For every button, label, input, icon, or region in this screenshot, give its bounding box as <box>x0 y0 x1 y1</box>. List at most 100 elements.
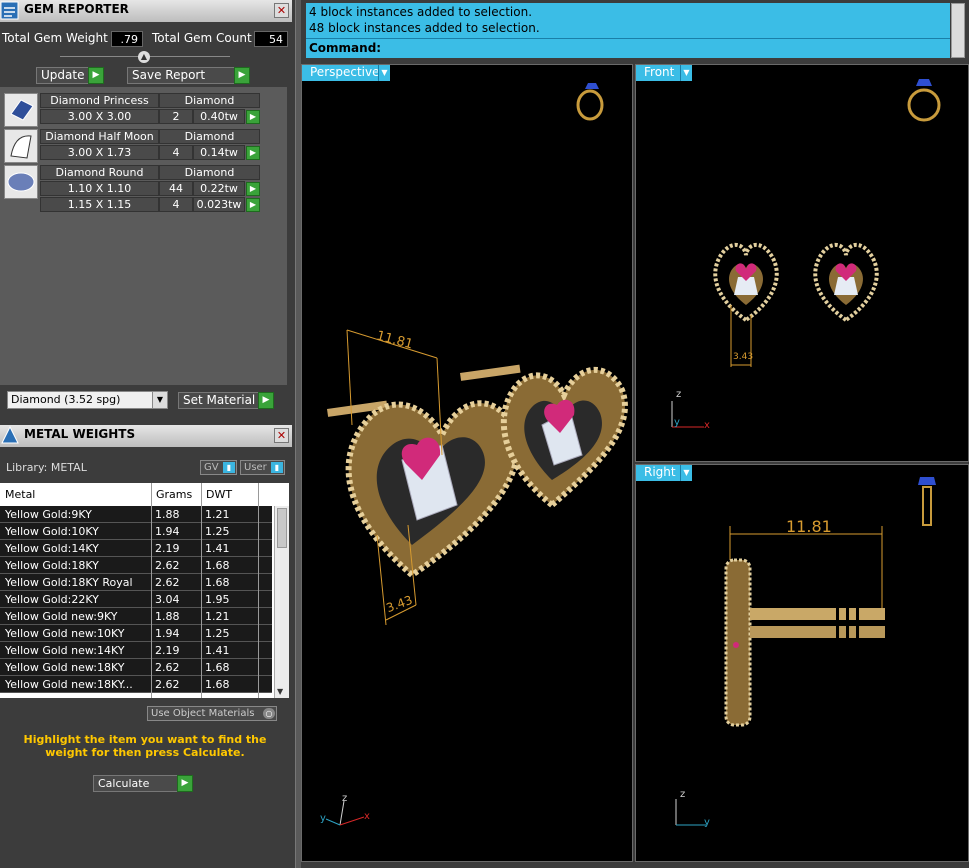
gem-count: 4 <box>159 145 193 160</box>
play-icon: ▶ <box>234 67 250 84</box>
ring-icon <box>576 83 604 121</box>
princess-gem-icon[interactable] <box>4 93 38 127</box>
gem-reporter-title: GEM REPORTER <box>24 2 129 16</box>
grams-value: 3.04 <box>155 593 180 606</box>
scroll-down-icon[interactable]: ▼ <box>277 687 283 696</box>
gem-material: Diamond <box>159 129 260 144</box>
table-row[interactable]: Yellow Gold new:18KY... 2.62 1.68 <box>0 676 272 693</box>
column-header-grams[interactable]: Grams <box>156 488 192 501</box>
table-row[interactable]: Yellow Gold new:10KY 1.94 1.25 <box>0 625 272 642</box>
save-report-button[interactable]: Save Report ▶ <box>127 67 250 84</box>
metal-name: Yellow Gold:18KY <box>5 559 99 572</box>
gem-material: Diamond <box>159 165 260 180</box>
collapse-icon[interactable]: ▲ <box>138 51 150 63</box>
dwt-value: 1.25 <box>205 627 230 640</box>
viewport-label: Perspective <box>310 65 380 79</box>
table-row[interactable]: Yellow Gold:10KY 1.94 1.25 <box>0 523 272 540</box>
dwt-value: 1.68 <box>205 678 230 691</box>
grams-value: 2.62 <box>155 661 180 674</box>
gem-size: 3.00 X 1.73 <box>40 145 159 160</box>
gv-toggle[interactable]: GV ▮ <box>200 460 237 475</box>
right-viewport[interactable]: Right ▼ 11.81 z y <box>635 464 969 862</box>
metal-weights-title: METAL WEIGHTS <box>24 427 136 441</box>
y-axis-label: y <box>320 813 326 824</box>
table-row[interactable]: Yellow Gold:18KY Royal 2.62 1.68 <box>0 574 272 591</box>
gem-weight: 0.40tw <box>193 109 245 124</box>
z-axis-label: z <box>342 793 348 804</box>
user-label: User <box>244 462 267 473</box>
dwt-value: 1.41 <box>205 644 230 657</box>
dwt-value: 1.21 <box>205 610 230 623</box>
material-select[interactable]: Diamond (3.52 spg) ▼ <box>7 391 168 409</box>
metal-name: Yellow Gold new:10KY <box>5 627 125 640</box>
library-label: Library: METAL <box>6 461 87 474</box>
command-prompt[interactable]: Command: <box>306 38 950 56</box>
x-axis-label: x <box>364 811 370 822</box>
gem-size: 3.00 X 3.00 <box>40 109 159 124</box>
command-area[interactable]: 4 block instances added to selection. 48… <box>306 3 950 58</box>
table-row[interactable]: Yellow Gold:18KY 2.62 1.68 <box>0 557 272 574</box>
toggle-icon: ▮ <box>223 462 235 473</box>
command-history-line: 48 block instances added to selection. <box>309 21 540 35</box>
use-object-materials-label: Use Object Materials <box>151 708 255 719</box>
viewport-tab-right[interactable]: Right ▼ <box>636 465 692 481</box>
total-gem-weight-value: .79 <box>111 31 143 47</box>
chevron-down-icon[interactable]: ▼ <box>680 65 692 81</box>
dimension-lines <box>730 305 752 367</box>
viewport-tab-perspective[interactable]: Perspective ▼ <box>302 65 390 81</box>
metal-name: Yellow Gold new:18KY <box>5 661 125 674</box>
update-button[interactable]: Update ▶ <box>36 67 104 84</box>
y-axis-label: y <box>674 417 680 428</box>
metal-name: Yellow Gold:9KY <box>5 508 92 521</box>
use-object-materials-toggle[interactable]: Use Object Materials ○ <box>147 706 277 721</box>
grams-value: 1.94 <box>155 525 180 538</box>
chevron-down-icon[interactable]: ▼ <box>378 65 390 81</box>
column-header-metal[interactable]: Metal <box>5 488 35 501</box>
table-row[interactable]: Yellow Gold:9KY 1.88 1.21 <box>0 506 272 523</box>
set-material-button[interactable]: Set Material ▶ <box>178 392 274 409</box>
x-axis-label: x <box>704 420 710 431</box>
gem-weight: 0.22tw <box>193 181 245 196</box>
close-icon[interactable]: ✕ <box>274 428 289 443</box>
chevron-down-icon[interactable]: ▼ <box>680 465 692 481</box>
table-scrollbar[interactable]: ▼ <box>274 506 289 698</box>
perspective-viewport[interactable]: Perspective ▼ 11.81 3.43 z x y <box>301 64 633 862</box>
toggle-icon: ▮ <box>271 462 283 473</box>
calculate-button[interactable]: Calculate ▶ <box>93 775 193 792</box>
play-icon[interactable]: ▶ <box>246 110 260 124</box>
play-icon: ▶ <box>177 775 193 792</box>
viewport-tab-front[interactable]: Front ▼ <box>636 65 692 81</box>
grams-value: 1.88 <box>155 508 180 521</box>
half-moon-gem-icon[interactable] <box>4 129 38 163</box>
front-viewport[interactable]: Front ▼ 3.43 z x y <box>635 64 969 462</box>
table-row[interactable]: Yellow Gold new:14KY 2.19 1.41 <box>0 642 272 659</box>
gem-list: Diamond Princess Diamond 3.00 X 3.00 2 0… <box>0 87 287 385</box>
metal-name: Yellow Gold:22KY <box>5 593 99 606</box>
total-gem-weight-label: Total Gem Weight <box>2 31 108 45</box>
workspace: 4 block instances added to selection. 48… <box>301 0 969 868</box>
gem-weight: 0.14tw <box>193 145 245 160</box>
close-icon[interactable]: ✕ <box>274 3 289 18</box>
command-scrollbar[interactable] <box>951 3 965 58</box>
dwt-value: 1.68 <box>205 559 230 572</box>
total-gem-count-label: Total Gem Count <box>152 31 252 45</box>
user-toggle[interactable]: User ▮ <box>240 460 285 475</box>
column-header-dwt[interactable]: DWT <box>206 488 232 501</box>
gem-size: 1.15 X 1.15 <box>40 197 159 212</box>
gem-weight: 0.023tw <box>193 197 245 212</box>
table-row[interactable]: Yellow Gold new:18KY 2.62 1.68 <box>0 659 272 676</box>
scrollbar-thumb[interactable] <box>277 508 287 548</box>
round-gem-icon[interactable] <box>4 165 38 199</box>
table-row[interactable]: Yellow Gold:22KY 3.04 1.95 <box>0 591 272 608</box>
table-row[interactable]: Yellow Gold new:9KY 1.88 1.21 <box>0 608 272 625</box>
metal-weights-titlebar: METAL WEIGHTS ✕ <box>0 425 292 447</box>
metal-name: Yellow Gold:18KY Royal <box>5 576 133 589</box>
play-icon[interactable]: ▶ <box>246 198 260 212</box>
play-icon[interactable]: ▶ <box>246 146 260 160</box>
grams-value: 2.19 <box>155 542 180 555</box>
play-icon[interactable]: ▶ <box>246 182 260 196</box>
dwt-value: 1.68 <box>205 576 230 589</box>
table-row[interactable]: Yellow Gold:14KY 2.19 1.41 <box>0 540 272 557</box>
dwt-value: 1.68 <box>205 661 230 674</box>
viewport-label: Right <box>644 465 676 479</box>
